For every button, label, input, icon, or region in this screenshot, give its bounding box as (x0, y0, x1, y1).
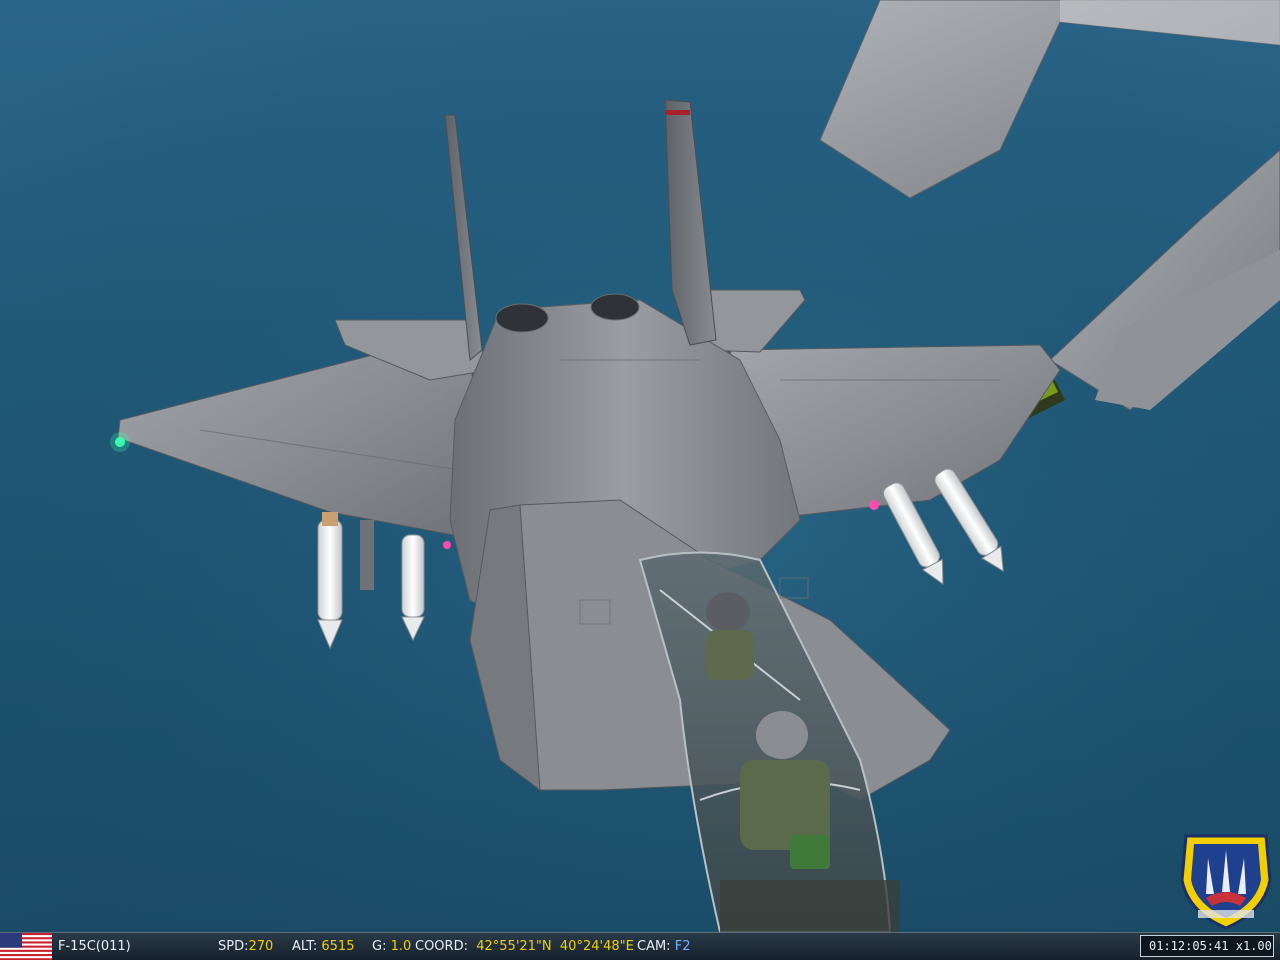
game-viewport[interactable] (0, 0, 1280, 932)
sim-clock: 01:12:05:41 x1.00P (1140, 935, 1274, 957)
speed-readout: SPD:270 (218, 939, 274, 954)
left-engine-nozzle (495, 303, 549, 333)
missile-left-outer (317, 512, 343, 650)
left-pylon-light (443, 541, 451, 549)
latitude-value: 42°55'21"N (476, 939, 552, 954)
scene-canvas (0, 0, 1280, 932)
us-flag-icon (0, 933, 52, 960)
camera-value: F2 (674, 939, 691, 954)
right-engine-nozzle (590, 293, 640, 321)
status-bar: F-15C(011) SPD:270 ALT: 6515 G: 1.0 COOR… (0, 932, 1280, 960)
pilot-rear (706, 592, 754, 680)
left-pylon (360, 520, 374, 590)
clock-rate: x1.00P (1235, 939, 1273, 953)
altitude-readout: ALT: 6515 (292, 939, 355, 954)
clock-time: 01:12:05:41 (1149, 939, 1229, 953)
g-force-value: 1.0 (390, 939, 412, 954)
longitude-value: 40°24'48"E (559, 939, 634, 954)
g-force-readout: G: 1.0 (372, 939, 412, 954)
camera-readout: CAM: F2 (637, 939, 691, 954)
squadron-emblem-icon (1180, 834, 1272, 930)
missile-left-inner (401, 534, 425, 642)
altitude-value: 6515 (321, 939, 355, 954)
speed-value: 270 (248, 939, 274, 954)
coordinates-readout: COORD: 42°55'21"N 40°24'48"E (415, 939, 634, 954)
aircraft-label: F-15C(011) (58, 939, 131, 954)
right-pylon-light (869, 500, 879, 510)
